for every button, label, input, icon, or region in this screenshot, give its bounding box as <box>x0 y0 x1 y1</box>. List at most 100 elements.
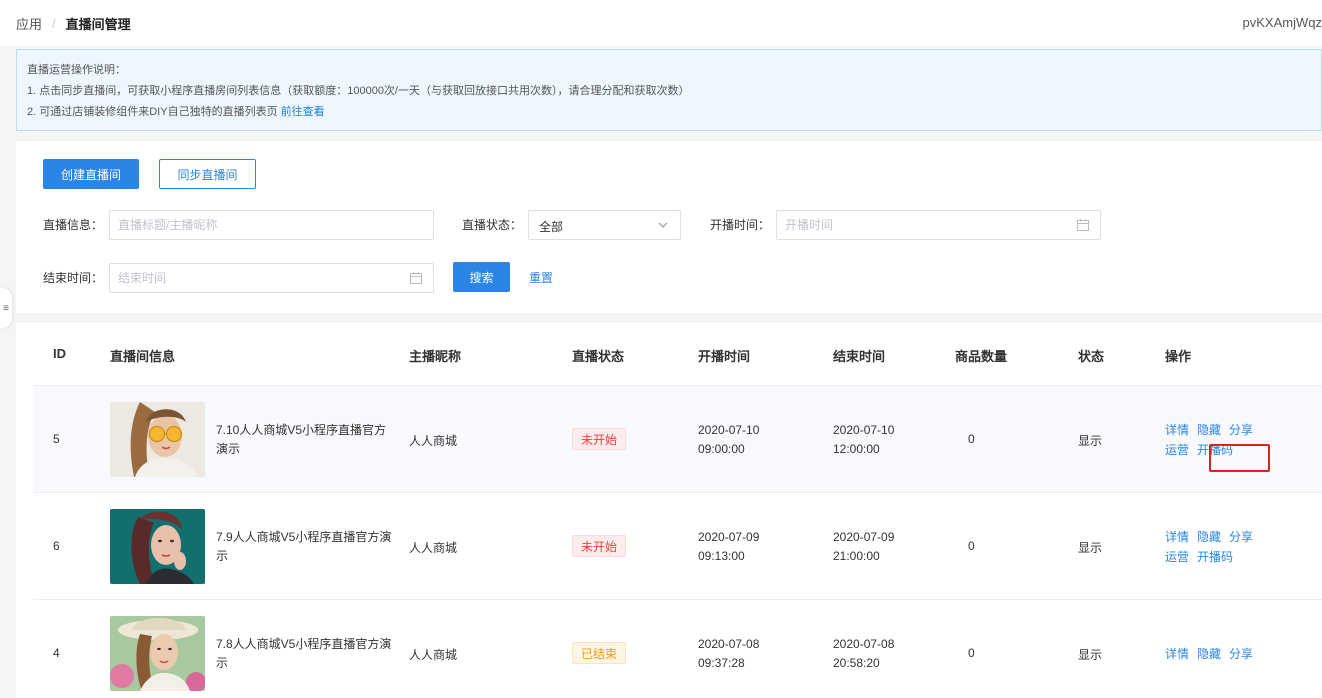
end-time-field <box>109 263 434 293</box>
display-state: 显示 <box>1078 434 1103 448</box>
end-time-input[interactable] <box>110 264 433 292</box>
share-link[interactable]: 分享 <box>1229 647 1253 661</box>
anchor-name: 人人商城 <box>409 648 458 662</box>
display-state: 显示 <box>1078 648 1103 662</box>
goods-count: 0 <box>968 646 975 660</box>
top-bar: 应用 / 直播间管理 pvKXAmjWqz <box>0 0 1322 46</box>
create-room-button[interactable]: 创建直播间 <box>43 159 139 189</box>
operate-link[interactable]: 运营 <box>1165 443 1189 457</box>
end-time: 2020-07-08 20:58:20 <box>833 635 894 673</box>
hide-link[interactable]: 隐藏 <box>1197 423 1221 437</box>
live-status-badge: 已结束 <box>572 642 627 664</box>
anchor-name: 人人商城 <box>409 434 458 448</box>
end-time-label: 结束时间： <box>43 271 104 285</box>
breadcrumb-current: 直播间管理 <box>65 16 131 32</box>
filter-panel: 创建直播间 同步直播间 直播信息： 直播状态： 全部 开播时间： 结束时间： 搜… <box>16 141 1322 313</box>
end-date: 2020-07-08 <box>833 637 895 651</box>
chevron-down-icon <box>658 222 668 228</box>
breadcrumb-separator: / <box>52 15 56 31</box>
status-select[interactable]: 全部 <box>528 210 681 240</box>
end-date: 2020-07-09 <box>833 530 895 544</box>
live-status-badge: 未开始 <box>572 428 627 450</box>
start-clock: 09:00:00 <box>698 442 745 456</box>
detail-link[interactable]: 详情 <box>1165 647 1189 661</box>
room-title: 7.9人人商城V5小程序直播官方演示 <box>216 530 392 563</box>
table-row: 6 7.9人人商城V5小程序直播官方演示 人人商城 未开始 2020-07-09… <box>33 493 1322 600</box>
info-label: 直播信息： <box>43 218 104 232</box>
detail-link[interactable]: 详情 <box>1165 423 1189 437</box>
calendar-icon <box>410 272 422 284</box>
start-clock: 09:37:28 <box>698 656 745 670</box>
menu-toggle-icon[interactable]: ≡ <box>0 288 12 328</box>
row-id: 6 <box>53 539 60 553</box>
status-label: 直播状态： <box>462 218 523 232</box>
share-link[interactable]: 分享 <box>1229 530 1253 544</box>
start-time-field <box>776 210 1101 240</box>
anchor-name: 人人商城 <box>409 541 458 555</box>
col-goods-count: 商品数量 <box>955 349 1008 364</box>
start-date: 2020-07-10 <box>698 423 760 437</box>
detail-link[interactable]: 详情 <box>1165 530 1189 544</box>
table-row: 4 7.8人人商城V5小程序直播官方演示 人人商城 已结束 2020-07-08… <box>33 600 1322 698</box>
room-title: 7.10人人商城V5小程序直播官方演示 <box>216 423 387 456</box>
room-cover-image <box>110 509 205 584</box>
status-select-value: 全部 <box>539 220 564 234</box>
end-clock: 21:00:00 <box>833 549 880 563</box>
start-time-input[interactable] <box>777 211 1100 239</box>
end-time: 2020-07-09 21:00:00 <box>833 528 894 566</box>
start-date: 2020-07-08 <box>698 637 760 651</box>
display-state: 显示 <box>1078 541 1103 555</box>
room-cover-image <box>110 402 205 477</box>
row-id: 5 <box>53 432 60 446</box>
row-id: 4 <box>53 646 60 660</box>
notice-line-1: 1. 点击同步直播间，可获取小程序直播房间列表信息（获取额度：100000次/一… <box>27 85 690 97</box>
search-button[interactable]: 搜索 <box>453 262 510 292</box>
start-time: 2020-07-09 09:13:00 <box>698 528 759 566</box>
table-header: ID 直播间信息 主播昵称 直播状态 开播时间 结束时间 商品数量 状态 操作 <box>33 323 1322 386</box>
end-date: 2020-07-10 <box>833 423 895 437</box>
goods-count: 0 <box>968 539 975 553</box>
info-field <box>109 210 434 240</box>
notice-line-2-text: 2. 可通过店铺装修组件来DIY自己独特的直播列表页 <box>27 106 278 118</box>
view-link[interactable]: 前往查看 <box>281 106 325 118</box>
room-cover-image <box>110 616 205 691</box>
room-title: 7.8人人商城V5小程序直播官方演示 <box>216 637 392 670</box>
col-state: 状态 <box>1078 349 1105 364</box>
end-clock: 12:00:00 <box>833 442 880 456</box>
table-row: 5 7.10人人商城V5小程序直播官方演示 人人商城 未开始 2020-07-1… <box>33 386 1322 493</box>
notice-heading: 直播运营操作说明： <box>27 64 126 76</box>
row-actions: 详情 隐藏 分享 运营 开播码 <box>1165 420 1261 460</box>
live-code-link[interactable]: 开播码 <box>1197 550 1233 564</box>
row-actions: 详情 隐藏 分享 运营 开播码 <box>1165 527 1261 567</box>
col-room-info: 直播间信息 <box>110 349 176 364</box>
user-name[interactable]: pvKXAmjWqz <box>1243 15 1322 30</box>
operate-link[interactable]: 运营 <box>1165 550 1189 564</box>
sync-room-button[interactable]: 同步直播间 <box>159 159 256 189</box>
start-time: 2020-07-10 09:00:00 <box>698 421 759 459</box>
col-anchor: 主播昵称 <box>409 349 462 364</box>
col-live-status: 直播状态 <box>572 349 625 364</box>
col-actions: 操作 <box>1165 349 1192 364</box>
reset-link[interactable]: 重置 <box>529 269 553 286</box>
live-status-badge: 未开始 <box>572 535 627 557</box>
live-code-link[interactable]: 开播码 <box>1197 443 1233 457</box>
col-end-time: 结束时间 <box>833 349 886 364</box>
goods-count: 0 <box>968 432 975 446</box>
share-link[interactable]: 分享 <box>1229 423 1253 437</box>
info-input[interactable] <box>110 211 433 239</box>
col-start-time: 开播时间 <box>698 349 751 364</box>
notice-line-2: 2. 可通过店铺装修组件来DIY自己独特的直播列表页 前往查看 <box>27 102 1311 123</box>
hide-link[interactable]: 隐藏 <box>1197 647 1221 661</box>
start-time: 2020-07-08 09:37:28 <box>698 635 759 673</box>
operation-notice: 直播运营操作说明： 1. 点击同步直播间，可获取小程序直播房间列表信息（获取额度… <box>16 49 1322 131</box>
breadcrumb-root[interactable]: 应用 <box>16 14 42 33</box>
col-id: ID <box>53 346 66 361</box>
hide-link[interactable]: 隐藏 <box>1197 530 1221 544</box>
start-clock: 09:13:00 <box>698 549 745 563</box>
calendar-icon <box>1077 219 1089 231</box>
row-actions: 详情 隐藏 分享 <box>1165 644 1261 664</box>
end-time: 2020-07-10 12:00:00 <box>833 421 894 459</box>
end-clock: 20:58:20 <box>833 656 880 670</box>
live-room-table: ID 直播间信息 主播昵称 直播状态 开播时间 结束时间 商品数量 状态 操作 … <box>16 323 1322 698</box>
start-date: 2020-07-09 <box>698 530 760 544</box>
